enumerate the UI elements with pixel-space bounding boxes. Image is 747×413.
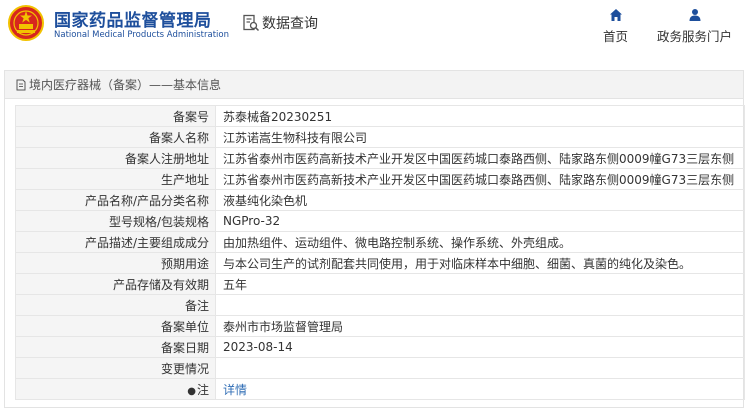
table-row: 预期用途 与本公司生产的试剂配套共同使用，用于对临床样本中细胞、细菌、真菌的纯化…: [15, 252, 745, 274]
field-value: 苏泰械备20230251: [215, 105, 745, 127]
bulb-icon: ●: [187, 385, 196, 397]
table-row: 产品描述/主要组成成分 由加热组件、运动组件、微电路控制系统、操作系统、外壳组成…: [15, 231, 745, 253]
field-value: 详情: [215, 378, 745, 400]
table-row: 产品名称/产品分类名称 液基纯化染色机: [15, 189, 745, 211]
site-title-english: National Medical Products Administration: [54, 30, 229, 40]
nav-home-label: 首页: [603, 29, 629, 44]
document-search-icon: [243, 14, 260, 32]
field-label: 备案号: [15, 105, 216, 127]
field-value: 江苏诺嵩生物科技有限公司: [215, 126, 745, 148]
field-label: 变更情况: [15, 357, 216, 379]
nav-gov-service-portal[interactable]: 政务服务门户: [657, 8, 732, 45]
table-row: 产品存储及有效期 五年: [15, 273, 745, 295]
breadcrumb-text: 境内医疗器械（备案）——基本信息: [29, 78, 222, 92]
field-label: 备注: [15, 294, 216, 316]
field-value: [215, 357, 745, 379]
field-label: 型号规格/包装规格: [15, 210, 216, 232]
field-value: 泰州市市场监督管理局: [215, 315, 745, 337]
table-row: ●注 详情: [15, 378, 745, 400]
field-value: NGPro-32: [215, 210, 745, 232]
details-link[interactable]: 详情: [223, 383, 247, 397]
field-value: [215, 294, 745, 316]
detail-table: 备案号 苏泰械备20230251 备案人名称 江苏诺嵩生物科技有限公司 备案人注…: [15, 105, 745, 400]
note-label-cell: ●注: [15, 378, 216, 400]
field-value: 由加热组件、运动组件、微电路控制系统、操作系统、外壳组成。: [215, 231, 745, 253]
breadcrumb: 境内医疗器械（备案）——基本信息: [5, 71, 743, 99]
table-row: 备案人注册地址 江苏省泰州市医药高新技术产业开发区中国医药城口泰路西侧、陆家路东…: [15, 147, 745, 169]
table-row: 备案单位 泰州市市场监督管理局: [15, 315, 745, 337]
table-row: 生产地址 江苏省泰州市医药高新技术产业开发区中国医药城口泰路西侧、陆家路东侧00…: [15, 168, 745, 190]
field-label: 产品存储及有效期: [15, 273, 216, 295]
field-label: 注: [196, 382, 209, 397]
field-label: 生产地址: [15, 168, 216, 190]
field-value: 2023-08-14: [215, 336, 745, 358]
data-query-link[interactable]: 数据查询: [242, 13, 318, 33]
document-icon: [16, 79, 26, 90]
national-emblem-icon: [8, 5, 44, 41]
user-icon: [689, 9, 700, 21]
field-label: 备案单位: [15, 315, 216, 337]
field-label: 备案人名称: [15, 126, 216, 148]
field-label: 备案日期: [15, 336, 216, 358]
field-label: 产品描述/主要组成成分: [15, 231, 216, 253]
table-row: 变更情况: [15, 357, 745, 379]
table-row: 型号规格/包装规格 NGPro-32: [15, 210, 745, 232]
table-row: 备案号 苏泰械备20230251: [15, 105, 745, 127]
field-value: 江苏省泰州市医药高新技术产业开发区中国医药城口泰路西侧、陆家路东侧0009幢G7…: [215, 168, 745, 190]
field-label: 备案人注册地址: [15, 147, 216, 169]
table-row: 备注: [15, 294, 745, 316]
table-row: 备案日期 2023-08-14: [15, 336, 745, 358]
data-query-label: 数据查询: [262, 16, 318, 32]
field-value: 五年: [215, 273, 745, 295]
detail-panel: 境内医疗器械（备案）——基本信息 备案号 苏泰械备20230251 备案人名称 …: [4, 70, 745, 408]
field-value: 与本公司生产的试剂配套共同使用，用于对临床样本中细胞、细菌、真菌的纯化及染色。: [215, 252, 745, 274]
site-title: 国家药品监督管理局: [54, 11, 212, 31]
site-header: 国家药品监督管理局 National Medical Products Admi…: [0, 0, 747, 60]
field-label: 产品名称/产品分类名称: [15, 189, 216, 211]
home-icon: [609, 9, 622, 21]
field-label: 预期用途: [15, 252, 216, 274]
field-value: 江苏省泰州市医药高新技术产业开发区中国医药城口泰路西侧、陆家路东侧0009幢G7…: [215, 147, 745, 169]
nav-home[interactable]: 首页: [603, 8, 628, 45]
nav-gov-service-label: 政务服务门户: [657, 29, 733, 44]
field-value: 液基纯化染色机: [215, 189, 745, 211]
table-row: 备案人名称 江苏诺嵩生物科技有限公司: [15, 126, 745, 148]
